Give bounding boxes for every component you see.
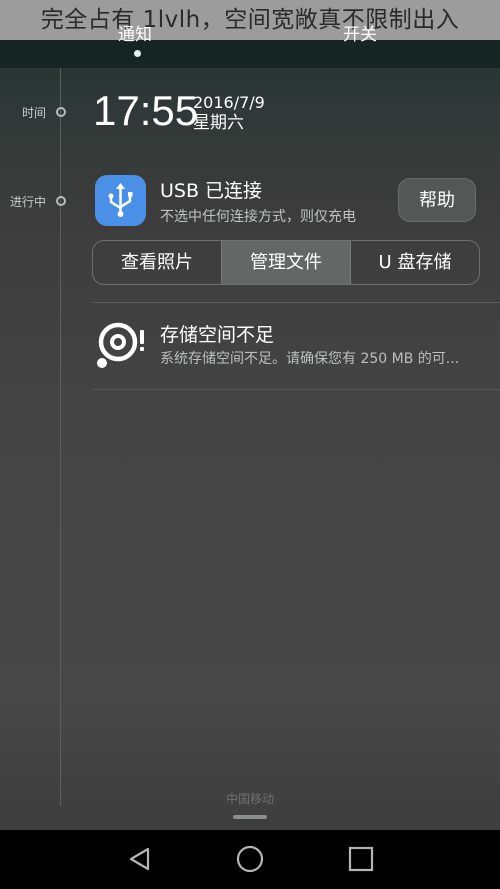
divider: [92, 302, 500, 303]
storage-notification-title: 存储空间不足: [160, 324, 275, 346]
active-tab-indicator: [134, 50, 141, 57]
timeline-line: [60, 68, 61, 806]
clock-date: 2016/7/9 星期六: [193, 93, 265, 133]
timeline-dot-ongoing: [56, 196, 66, 206]
usb-icon: [95, 175, 146, 226]
carrier-label: 中国移动: [225, 792, 274, 806]
back-icon[interactable]: [125, 844, 155, 874]
clock-time: 17:55: [93, 87, 199, 134]
usb-option-usb-storage[interactable]: U 盘存储: [351, 241, 479, 284]
timeline-dot-time: [56, 107, 66, 117]
drag-handle[interactable]: [233, 815, 267, 819]
timeline-label-ongoing: 进行中: [10, 195, 47, 209]
tab-notifications[interactable]: 通知: [118, 20, 152, 45]
weekday-text: 星期六: [193, 113, 244, 133]
caption-overlay: 完全占有 1lvlh，空间宽敞真不限制出入: [0, 0, 500, 40]
usb-notification-subtitle: 不选中任何连接方式，则仅充电: [160, 209, 356, 225]
timeline-label-time: 时间: [22, 106, 47, 120]
usb-option-view-photos[interactable]: 查看照片: [93, 241, 221, 284]
usb-mode-selector: 查看照片 管理文件 U 盘存储: [92, 240, 480, 285]
navigation-bar: [0, 830, 500, 889]
notification-header: [0, 40, 500, 69]
storage-notification-subtitle: 系统存储空间不足。请确保您有 250 MB 的可...: [160, 351, 460, 367]
home-icon[interactable]: [235, 844, 265, 874]
usb-notification-title: USB 已连接: [160, 180, 263, 202]
tab-switches[interactable]: 开关: [343, 20, 377, 45]
recents-icon[interactable]: [346, 844, 376, 874]
date-text: 2016/7/9: [193, 93, 265, 112]
storage-warning-icon: [95, 318, 147, 372]
help-button[interactable]: 帮助: [398, 178, 476, 222]
usb-option-manage-files[interactable]: 管理文件: [221, 241, 351, 284]
divider: [92, 389, 500, 390]
